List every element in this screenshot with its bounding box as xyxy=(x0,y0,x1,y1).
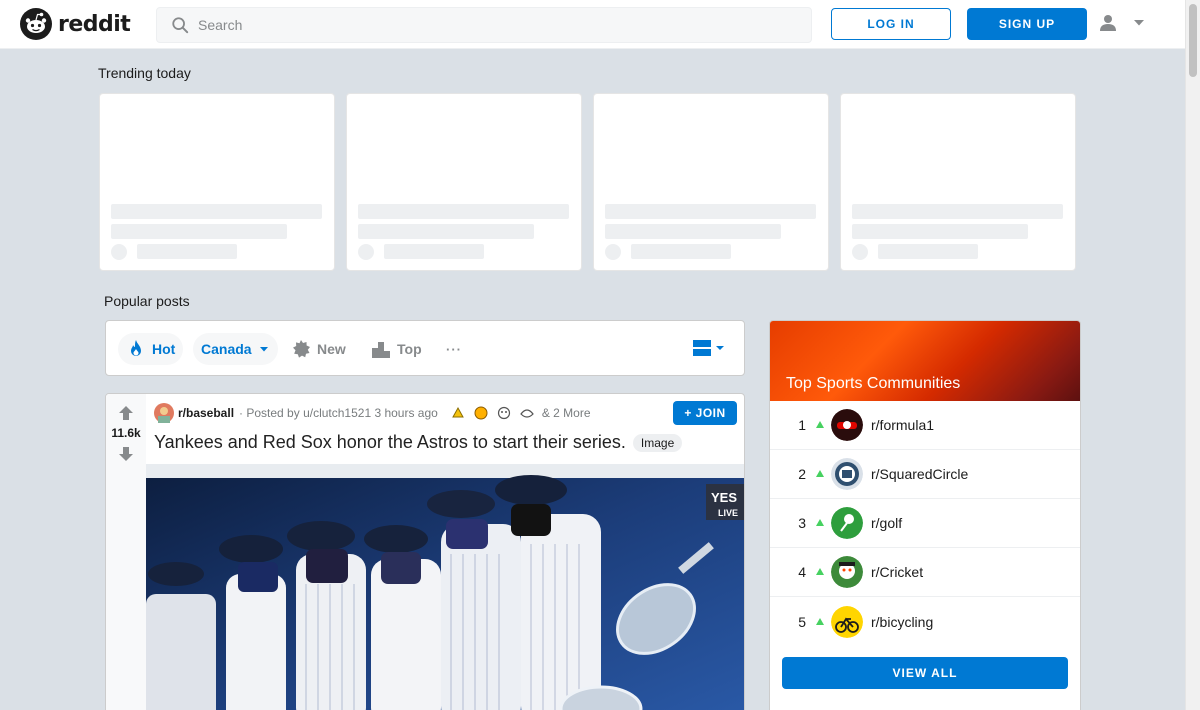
up-arrow-icon xyxy=(816,519,824,526)
trending-card[interactable] xyxy=(346,93,582,271)
sort-new-button[interactable]: New xyxy=(283,333,354,365)
post-image[interactable]: YES LIVE xyxy=(146,464,744,710)
trending-title: Trending today xyxy=(98,65,191,81)
trending-card[interactable] xyxy=(593,93,829,271)
log-in-button[interactable]: LOG IN xyxy=(831,8,951,40)
cricket-avatar xyxy=(831,556,863,588)
community-row[interactable]: 1 r/formula1 xyxy=(770,401,1080,450)
post-title-text: Yankees and Red Sox honor the Astros to … xyxy=(154,432,626,452)
vote-count: 11.6k xyxy=(111,426,141,440)
awards-list[interactable]: & 2 More xyxy=(450,405,591,421)
trending-card[interactable] xyxy=(840,93,1076,271)
award-icon xyxy=(520,409,534,418)
golf-avatar xyxy=(831,507,863,539)
post-card[interactable]: 11.6k r/baseball · Posted by u/clutch152… xyxy=(105,393,745,710)
search-bar[interactable] xyxy=(156,7,812,43)
region-label: Canada xyxy=(201,341,252,357)
svg-text:LIVE: LIVE xyxy=(718,508,738,518)
community-name: r/Cricket xyxy=(871,564,924,580)
sort-new-label: New xyxy=(317,341,346,357)
card-view-icon xyxy=(693,340,711,356)
sort-bar: Hot Canada New Top ··· xyxy=(105,320,745,376)
reddit-logo[interactable]: reddit xyxy=(20,8,131,40)
search-icon xyxy=(172,17,189,34)
up-arrow-icon xyxy=(816,617,824,625)
up-arrow-icon xyxy=(816,568,824,575)
posted-by-text: · Posted by u/clutch1521 3 hours ago xyxy=(239,406,438,420)
popular-posts-title: Popular posts xyxy=(104,293,190,309)
view-layout-dropdown[interactable] xyxy=(693,340,725,356)
award-icon xyxy=(451,406,464,418)
top-header: reddit LOG IN SIGN UP xyxy=(0,0,1185,49)
bicycling-avatar xyxy=(831,605,863,638)
trending-card[interactable] xyxy=(99,93,335,271)
user-menu-dropdown[interactable] xyxy=(1098,13,1146,33)
post-photo: YES LIVE xyxy=(146,464,744,710)
svg-text:YES: YES xyxy=(711,490,737,505)
subreddit-avatar-icon[interactable] xyxy=(154,403,174,423)
sort-top-button[interactable]: Top xyxy=(363,333,430,365)
scrollbar-thumb[interactable] xyxy=(1189,4,1197,77)
post-flair[interactable]: Image xyxy=(632,433,683,452)
sort-hot-label: Hot xyxy=(152,341,176,357)
community-name: r/golf xyxy=(871,515,903,531)
up-arrow-icon xyxy=(816,421,824,428)
upvote-arrow-icon[interactable] xyxy=(118,405,134,421)
post-meta: r/baseball · Posted by u/clutch1521 3 ho… xyxy=(154,403,591,423)
community-row[interactable]: 5 r/bicycling xyxy=(770,597,1080,646)
more-options-button[interactable]: ··· xyxy=(438,333,470,365)
view-all-button[interactable]: VIEW ALL xyxy=(782,657,1068,689)
squaredcircle-avatar xyxy=(831,458,863,490)
post-title[interactable]: Yankees and Red Sox honor the Astros to … xyxy=(154,432,683,453)
award-icon xyxy=(474,406,488,420)
downvote-arrow-icon[interactable] xyxy=(118,446,134,462)
subreddit-link[interactable]: r/baseball xyxy=(178,406,234,420)
up-arrow-icon xyxy=(816,470,824,477)
sort-hot-button[interactable]: Hot xyxy=(118,333,184,365)
top-communities-widget: Top Sports Communities 1 r/formula1 2 r/… xyxy=(769,320,1081,710)
community-name: r/bicycling xyxy=(871,613,934,630)
vote-column: 11.6k xyxy=(106,394,146,710)
community-rank: 3 xyxy=(798,515,806,531)
community-rank: 5 xyxy=(798,613,806,630)
community-row[interactable]: 3 r/golf xyxy=(770,499,1080,548)
podium-icon xyxy=(372,342,390,358)
caret-down-icon xyxy=(716,346,724,350)
formula1-avatar xyxy=(831,409,863,441)
community-name: r/formula1 xyxy=(871,417,935,433)
reddit-wordmark: reddit xyxy=(58,11,131,37)
caret-down-icon xyxy=(259,347,268,352)
flame-icon xyxy=(131,340,141,356)
page-scrollbar[interactable] xyxy=(1185,0,1200,710)
sort-top-label: Top xyxy=(397,341,422,357)
community-rank: 4 xyxy=(798,564,806,580)
new-badge-icon xyxy=(293,340,310,358)
user-icon xyxy=(1100,15,1116,31)
join-button[interactable]: + JOIN xyxy=(673,401,737,425)
community-rank: 2 xyxy=(798,466,806,482)
reddit-snoo-icon xyxy=(20,8,52,40)
search-input[interactable] xyxy=(198,17,758,33)
chevron-down-icon xyxy=(1134,20,1144,26)
widget-title: Top Sports Communities xyxy=(786,375,961,392)
community-name: r/SquaredCircle xyxy=(871,466,969,482)
region-dropdown[interactable]: Canada xyxy=(193,333,278,365)
award-icon xyxy=(497,406,510,420)
community-rank: 1 xyxy=(798,417,806,433)
awards-more-text: & 2 More xyxy=(541,406,591,420)
community-row[interactable]: 2 r/SquaredCircle xyxy=(770,450,1080,499)
sign-up-button[interactable]: SIGN UP xyxy=(967,8,1087,40)
community-row[interactable]: 4 r/Cricket xyxy=(770,548,1080,597)
widget-banner: Top Sports Communities xyxy=(770,321,1080,401)
